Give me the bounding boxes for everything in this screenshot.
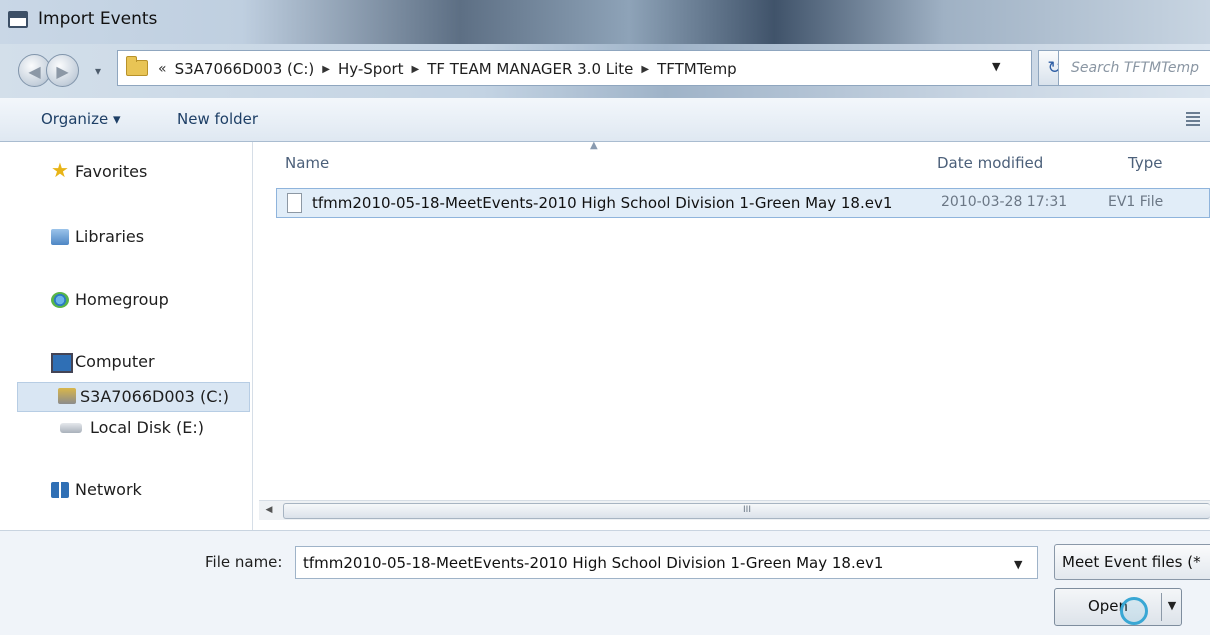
homegroup-icon (51, 292, 69, 308)
busy-cursor-icon (1120, 597, 1148, 625)
search-box[interactable] (1058, 50, 1210, 86)
forward-button[interactable]: ▶ (46, 54, 79, 87)
scrollbar-grip: III (743, 505, 751, 515)
file-name-label: File name: (205, 553, 283, 571)
nav-network-label: Network (75, 480, 142, 499)
file-name: tfmm2010-05-18-MeetEvents-2010 High Scho… (312, 194, 893, 212)
search-input[interactable] (1069, 51, 1210, 85)
breadcrumb-hy-sport[interactable]: Hy-Sport (338, 60, 404, 78)
libraries-icon (51, 229, 69, 245)
breadcrumb-tftmtemp[interactable]: TFTMTemp (657, 60, 737, 78)
nav-favorites-label: Favorites (75, 162, 148, 181)
split-divider (1161, 593, 1162, 621)
chevron-down-icon[interactable]: ▼ (1014, 558, 1022, 571)
scroll-left-icon[interactable]: ◀ (259, 501, 279, 521)
file-type-filter-label: Meet Event files (* (1062, 553, 1201, 571)
nav-homegroup-label: Homegroup (75, 290, 169, 309)
breadcrumb-drive[interactable]: S3A7066D003 (C:) (175, 60, 315, 78)
window-title: Import Events (38, 9, 158, 29)
nav-drive-e-label: Local Disk (E:) (90, 418, 204, 437)
nav-favorites[interactable]: ★ Favorites (51, 158, 148, 182)
column-header-date[interactable]: Date modified (937, 154, 1043, 172)
file-name-input[interactable] (301, 547, 995, 578)
window-icon (8, 11, 28, 28)
nav-libraries[interactable]: Libraries (51, 227, 145, 246)
open-split-button[interactable]: Open ▼ (1054, 588, 1182, 626)
recent-locations-icon[interactable]: ▾ (95, 64, 101, 78)
file-row[interactable]: tfmm2010-05-18-MeetEvents-2010 High Scho… (276, 188, 1210, 218)
computer-icon (51, 353, 73, 373)
column-header-name[interactable]: Name (285, 154, 329, 172)
chevron-right-icon[interactable]: ▶ (641, 64, 649, 75)
navigation-pane: ★ Favorites Libraries Homegroup Computer… (0, 142, 253, 530)
drive-icon (58, 388, 76, 404)
forward-arrow-icon: ▶ (56, 62, 69, 81)
nav-computer[interactable]: Computer (51, 352, 155, 373)
network-icon (51, 482, 69, 498)
file-date: 2010-03-28 17:31 (941, 194, 1068, 210)
folder-icon (126, 56, 148, 76)
nav-network[interactable]: Network (51, 480, 142, 499)
open-dropdown-arrow-icon[interactable]: ▼ (1163, 589, 1181, 625)
title-bar: Import Events (0, 0, 1210, 44)
disk-icon (60, 423, 82, 433)
column-header-type[interactable]: Type (1128, 154, 1162, 172)
horizontal-scrollbar[interactable]: ◀ III (259, 500, 1210, 520)
chevron-right-icon[interactable]: ▶ (322, 64, 330, 75)
file-type-filter[interactable]: Meet Event files (* (1054, 544, 1210, 580)
views-icon[interactable] (1186, 112, 1200, 126)
command-toolbar: Organize ▾ New folder (0, 98, 1210, 142)
nav-libraries-label: Libraries (75, 227, 145, 246)
organize-button[interactable]: Organize ▾ (41, 110, 121, 128)
nav-computer-label: Computer (75, 352, 155, 371)
nav-homegroup[interactable]: Homegroup (51, 290, 169, 309)
file-name-combo[interactable]: ▼ (295, 546, 1038, 579)
star-icon: ★ (51, 158, 69, 182)
chevron-right-icon[interactable]: ▶ (412, 64, 420, 75)
new-folder-button[interactable]: New folder (177, 110, 258, 128)
breadcrumb-overflow[interactable]: « (158, 61, 167, 77)
sort-ascending-icon: ▲ (590, 140, 598, 151)
chevron-down-icon[interactable]: ▼ (992, 60, 1000, 73)
breadcrumb-tf-team-manager[interactable]: TF TEAM MANAGER 3.0 Lite (427, 60, 633, 78)
file-icon (287, 193, 302, 213)
nav-drive-c[interactable]: S3A7066D003 (C:) (17, 382, 250, 412)
scrollbar-thumb[interactable]: III (283, 503, 1210, 519)
nav-drive-e[interactable]: Local Disk (E:) (60, 418, 204, 437)
file-type: EV1 File (1108, 194, 1164, 210)
file-list: Name ▲ Date modified Type tfmm2010-05-18… (260, 140, 1210, 530)
address-bar[interactable]: « S3A7066D003 (C:) ▶ Hy-Sport ▶ TF TEAM … (117, 50, 1032, 86)
breadcrumb: « S3A7066D003 (C:) ▶ Hy-Sport ▶ TF TEAM … (158, 58, 737, 80)
nav-drive-c-label: S3A7066D003 (C:) (80, 387, 229, 406)
dialog-footer: File name: ▼ Meet Event files (* Open ▼ (0, 530, 1210, 635)
